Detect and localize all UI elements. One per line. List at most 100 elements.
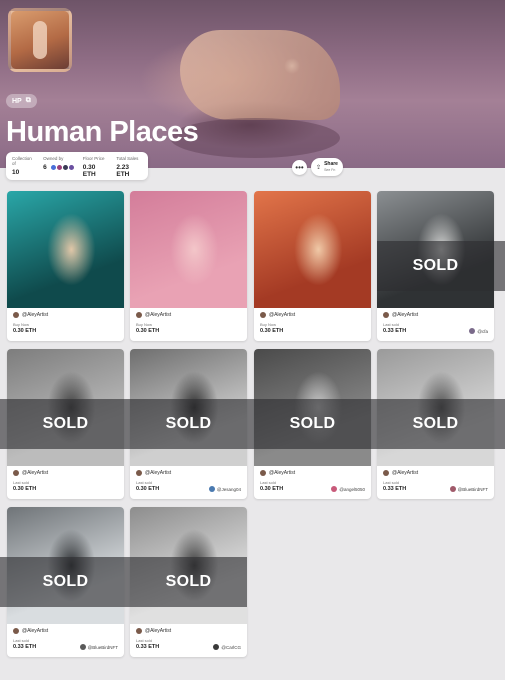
owner-name: @angel5050	[339, 486, 365, 492]
creator-avatar	[13, 312, 19, 318]
creator-avatar	[260, 312, 266, 318]
sold-label: SOLD	[165, 415, 212, 432]
owner-avatar	[213, 644, 220, 650]
creator-link[interactable]: @AleyArtist	[260, 312, 295, 318]
creator-link[interactable]: @AleyArtist	[13, 628, 48, 634]
creator-link[interactable]: @AleyArtist	[13, 312, 48, 318]
price-value: 0.30 ETH	[136, 328, 160, 334]
sold-overlay-band: SOLD SOLD SOLD SOLD	[0, 399, 505, 449]
creator-link[interactable]: @AleyArtist	[383, 470, 418, 476]
owner-avatar	[331, 486, 338, 492]
owner-avatar	[79, 644, 86, 650]
owner-link[interactable]: @BlueBirdNFT	[79, 644, 118, 650]
creator-name: @AleyArtist	[269, 470, 296, 476]
creator-link[interactable]: @AleyArtist	[136, 312, 171, 318]
owner-name: @Jesang04	[216, 486, 241, 492]
owner-avatar	[449, 486, 456, 492]
sold-label: SOLD	[165, 573, 212, 590]
price-status-label: Buy Now	[260, 322, 277, 327]
creator-link[interactable]: @AleyArtist	[136, 628, 171, 634]
collection-stats: Collection of 10 Owned by 6 Floor Price …	[6, 152, 148, 180]
price-value: 0.30 ETH	[13, 328, 37, 334]
price-status-label: Last sold	[260, 480, 277, 485]
creator-name: @AleyArtist	[269, 312, 296, 318]
stat-label: Floor Price	[82, 156, 105, 161]
creator-avatar	[383, 312, 389, 318]
price-status-label: Last sold	[13, 480, 30, 485]
creator-name: @AleyArtist	[22, 312, 49, 318]
owner-name: @CarlCG	[221, 644, 241, 650]
owner-avatar	[469, 328, 476, 334]
owner-name: @BlueBirdNFT	[457, 486, 488, 492]
owner-link[interactable]: @CarlCG	[213, 644, 241, 650]
sold-overlay-band: SOLD SOLD	[0, 557, 247, 607]
creator-avatar	[136, 470, 142, 476]
stat-total-sales: Total Sales 2.23 ETH	[116, 156, 142, 178]
nft-artwork[interactable]	[254, 191, 371, 308]
owner-link[interactable]: @Jesang04	[208, 486, 241, 492]
badge-label: HP	[12, 97, 22, 105]
creator-name: @AleyArtist	[392, 470, 419, 476]
stat-value: 10	[12, 169, 20, 176]
sold-label: SOLD	[412, 257, 459, 274]
price-value: 0.30 ETH	[136, 486, 160, 492]
stat-value: 2.23 ETH	[116, 164, 130, 178]
nft-card[interactable]: @AleyArtist Buy Now 0.30 ETH	[254, 191, 371, 341]
creator-name: @AleyArtist	[22, 470, 49, 476]
price-status-label: Last sold	[136, 480, 153, 485]
price-value: 0.30 ETH	[260, 328, 284, 334]
nft-card[interactable]: @AleyArtist Buy Now 0.30 ETH	[130, 191, 247, 341]
price-status-label: Last sold	[383, 322, 400, 327]
owner-name: @cfa	[477, 328, 488, 334]
creator-name: @AleyArtist	[145, 628, 172, 634]
creator-link[interactable]: @AleyArtist	[260, 470, 295, 476]
creator-link[interactable]: @AleyArtist	[383, 312, 418, 318]
creator-avatar	[136, 628, 142, 634]
price-status-label: Buy Now	[136, 322, 153, 327]
stat-value: 6	[43, 164, 47, 171]
owner-avatar	[67, 164, 75, 171]
stat-owners[interactable]: Owned by 6	[43, 156, 75, 176]
creator-name: @AleyArtist	[392, 312, 419, 318]
owner-link[interactable]: @angel5050	[331, 486, 365, 492]
sold-overlay-band: SOLD	[377, 241, 505, 291]
collection-avatar[interactable]	[8, 8, 72, 72]
owner-link[interactable]: @cfa	[469, 328, 488, 334]
share-sublabel: See Fn	[324, 168, 336, 172]
nft-card[interactable]: @AleyArtist Buy Now 0.30 ETH	[7, 191, 124, 341]
creator-link[interactable]: @AleyArtist	[136, 470, 171, 476]
owner-avatar	[208, 486, 215, 492]
price-value: 0.30 ETH	[13, 486, 37, 492]
stat-value: 0.30 ETH	[82, 164, 96, 178]
price-status-label: Last sold	[383, 480, 400, 485]
owner-link[interactable]: @BlueBirdNFT	[449, 486, 488, 492]
price-status-label: Buy Now	[13, 322, 30, 327]
collection-title: Human Places	[6, 116, 199, 148]
price-value: 0.33 ETH	[13, 644, 37, 650]
stat-label: Collection of	[12, 156, 32, 166]
creator-name: @AleyArtist	[145, 312, 172, 318]
price-status-label: Last sold	[136, 638, 153, 643]
creator-link[interactable]: @AleyArtist	[13, 470, 48, 476]
creator-name: @AleyArtist	[22, 628, 49, 634]
creator-avatar	[383, 470, 389, 476]
creator-avatar	[13, 628, 19, 634]
stat-label: Total Sales	[116, 156, 139, 161]
nft-artwork[interactable]	[7, 191, 124, 308]
collection-symbol-badge[interactable]: HP ⧉	[6, 94, 37, 108]
ellipsis-icon: •••	[295, 163, 304, 172]
banner-artwork-figure	[180, 30, 340, 120]
nft-artwork[interactable]	[130, 191, 247, 308]
sold-label: SOLD	[412, 415, 459, 432]
sold-label: SOLD	[289, 415, 336, 432]
price-status-label: Last sold	[13, 638, 30, 643]
creator-avatar	[13, 470, 19, 476]
owner-avatars	[49, 164, 75, 171]
creator-avatar	[260, 470, 266, 476]
sold-label: SOLD	[42, 415, 89, 432]
creator-avatar	[136, 312, 142, 318]
owner-name: @BlueBirdNFT	[87, 644, 118, 650]
stat-label: Owned by	[43, 156, 64, 161]
more-options-button[interactable]: •••	[292, 160, 307, 175]
share-button[interactable]: ⇪ Share See Fn	[311, 158, 343, 176]
